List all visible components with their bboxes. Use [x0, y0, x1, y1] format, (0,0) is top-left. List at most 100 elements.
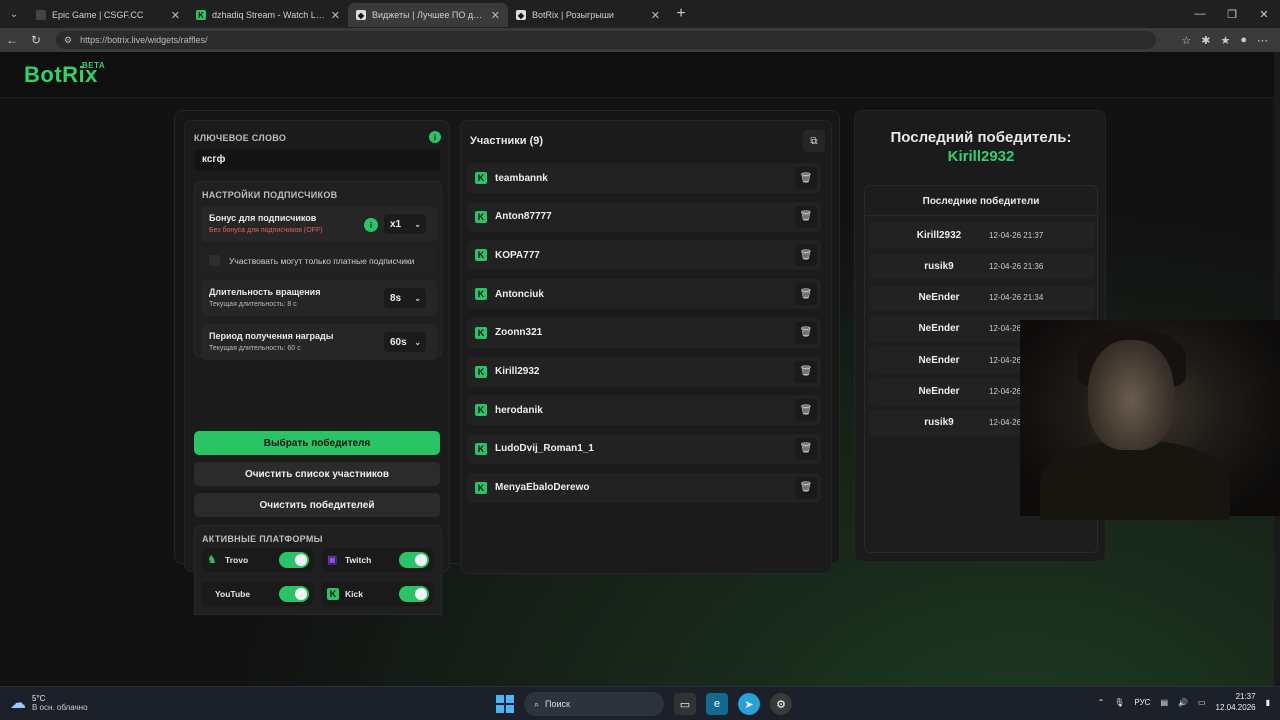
trash-icon[interactable]: 🗑: [795, 399, 817, 422]
settings-panel: КЛЮЧЕВОЕ СЛОВО i ксгф НАСТРОЙКИ ПОДПИСЧИ…: [184, 120, 450, 615]
window-controls: — ❐ ✕: [1184, 0, 1280, 28]
participant-row: K Zoonn321 🗑: [467, 317, 821, 348]
trash-icon[interactable]: 🗑: [795, 360, 817, 383]
trash-icon[interactable]: 🗑: [795, 437, 817, 460]
bonus-label: Бонус для подписчиков: [209, 213, 317, 223]
edge-icon[interactable]: e: [706, 693, 728, 715]
close-tab-icon[interactable]: ✕: [171, 9, 180, 22]
clear-participants-button[interactable]: Очистить список участников: [194, 462, 440, 486]
chevron-up-icon[interactable]: ⌃: [1098, 698, 1105, 707]
youtube-toggle[interactable]: [279, 586, 309, 602]
tab-title: BotRix | Розыгрыши: [532, 10, 614, 20]
tab-list-button[interactable]: ⌄: [0, 0, 28, 28]
telegram-icon[interactable]: ➤: [738, 693, 760, 715]
copy-icon[interactable]: ⧉: [803, 130, 825, 152]
winner-name: NeEnder: [918, 386, 960, 397]
bonus-status: Без бонуса для подписчиков (OFF): [209, 227, 323, 234]
claim-select[interactable]: 60s ⌄: [384, 332, 426, 352]
trash-icon[interactable]: 🗑: [795, 244, 817, 267]
browser-tab[interactable]: Epic Game | CSGF.CC ✕: [28, 3, 188, 27]
clock-date: 12.04.2026: [1215, 703, 1256, 712]
battery-icon[interactable]: ▭: [1198, 698, 1206, 707]
url-text: https://botrix.live/widgets/raffles/: [80, 35, 208, 45]
search-placeholder: Поиск: [545, 699, 570, 709]
new-tab-button[interactable]: +: [668, 5, 694, 23]
browser-tab[interactable]: Kdzhadiq Stream - Watch Live on K ✕: [188, 3, 348, 27]
winner-name: rusik9: [924, 260, 954, 272]
kick-icon: K: [475, 288, 487, 301]
close-tab-icon[interactable]: ✕: [491, 9, 500, 22]
trash-icon[interactable]: 🗑: [795, 167, 817, 189]
winner-name: Kirill2932: [916, 229, 962, 241]
trash-icon[interactable]: 🗑: [795, 476, 817, 499]
close-window-button[interactable]: ✕: [1248, 0, 1280, 28]
more-menu-icon[interactable]: ⋯: [1257, 34, 1268, 47]
winner-name: NeEnder: [918, 323, 960, 335]
file-explorer-icon[interactable]: ▭: [674, 693, 696, 715]
participants-panel: Участники (9) ⧉ Kteambannk 🗑 K Anton87777 🗑 K…: [460, 120, 832, 574]
chevron-down-icon: ⌄: [414, 219, 421, 229]
notifications-icon[interactable]: ▮: [1266, 698, 1270, 707]
weather-widget[interactable]: ☁ 5°C В осн. облачно: [10, 693, 88, 713]
paid-only-row: Участвовать могут только платные подписч…: [201, 248, 437, 274]
favicon-icon: K: [196, 10, 206, 20]
participant-name: Anton87777: [495, 211, 552, 223]
winner-date: 12-04-26: [989, 355, 1022, 365]
platform-kick: K Kick: [321, 582, 433, 606]
close-tab-icon[interactable]: ✕: [651, 9, 660, 22]
spin-select[interactable]: 8s ⌄: [384, 288, 426, 308]
kick-icon: K: [475, 365, 487, 378]
trash-icon[interactable]: 🗑: [795, 205, 817, 228]
back-button[interactable]: ←: [0, 33, 24, 47]
browser-tab[interactable]: ◆ BotRix | Розыгрыши ✕: [508, 3, 668, 27]
kick-toggle[interactable]: [399, 586, 429, 602]
clear-winners-button[interactable]: Очистить победителей: [194, 493, 440, 517]
participant-name: teambannk: [495, 172, 548, 184]
platform-name: Kick: [345, 589, 363, 599]
taskbar-search[interactable]: ⌕ Поиск: [524, 692, 664, 716]
trash-icon[interactable]: 🗑: [795, 283, 817, 306]
keyword-label: КЛЮЧЕВОЕ СЛОВО: [194, 133, 287, 143]
browser-tab[interactable]: ◆ Виджеты | Лучшее ПО для улучш ✕: [348, 3, 508, 27]
bonus-value: x1: [390, 218, 402, 230]
network-icon[interactable]: ▤: [1160, 698, 1168, 707]
twitch-toggle[interactable]: [399, 552, 429, 568]
kick-icon: K: [475, 249, 487, 262]
favorites-icon[interactable]: ★: [1220, 34, 1230, 47]
paid-only-label: Участвовать могут только платные подписч…: [229, 256, 415, 266]
restore-button[interactable]: ❐: [1216, 0, 1248, 28]
participant-row: K Antonciuk 🗑: [467, 279, 821, 310]
kick-icon: K: [475, 442, 487, 455]
profile-avatar[interactable]: ●: [1240, 34, 1247, 47]
url-field[interactable]: ⚙ https://botrix.live/widgets/raffles/: [56, 31, 1156, 49]
webcam-overlay: [1020, 320, 1280, 520]
tab-title: dzhadiq Stream - Watch Live on K: [212, 10, 325, 20]
reload-button[interactable]: ↻: [24, 33, 48, 47]
participant-row: Kteambannk 🗑: [467, 163, 821, 193]
minimize-button[interactable]: —: [1184, 0, 1216, 28]
participant-name: Zoonn321: [495, 327, 543, 339]
keyword-input[interactable]: ксгф: [194, 149, 440, 171]
bonus-select[interactable]: x1 ⌄: [384, 214, 426, 234]
app-icon[interactable]: ⚙: [770, 693, 792, 715]
volume-icon[interactable]: 🔊: [1178, 698, 1188, 707]
clock[interactable]: 21:37 12.04.2026: [1216, 691, 1256, 713]
participant-name: LudoDvij_Roman1_1: [495, 443, 594, 455]
favorite-star-icon[interactable]: ☆: [1181, 34, 1191, 47]
site-info-icon[interactable]: ⚙: [64, 35, 72, 46]
platform-trovo: ♞ Trovo: [201, 548, 313, 572]
language-indicator[interactable]: РУС: [1134, 698, 1150, 707]
paid-only-checkbox[interactable]: [209, 255, 220, 266]
bonus-info-icon[interactable]: i: [364, 218, 378, 232]
start-button[interactable]: [496, 695, 514, 713]
extensions-icon[interactable]: ✱: [1201, 34, 1210, 47]
close-tab-icon[interactable]: ✕: [331, 9, 340, 22]
search-icon: ⌕: [534, 698, 540, 709]
trovo-toggle[interactable]: [279, 552, 309, 568]
microphone-icon[interactable]: 🎙: [1114, 698, 1124, 707]
trash-icon[interactable]: 🗑: [795, 321, 817, 344]
botrix-logo[interactable]: BotRix BETA: [24, 61, 105, 88]
pick-winner-button[interactable]: Выбрать победителя: [194, 431, 440, 455]
trovo-icon: ♞: [207, 554, 217, 566]
info-icon[interactable]: i: [429, 131, 441, 143]
